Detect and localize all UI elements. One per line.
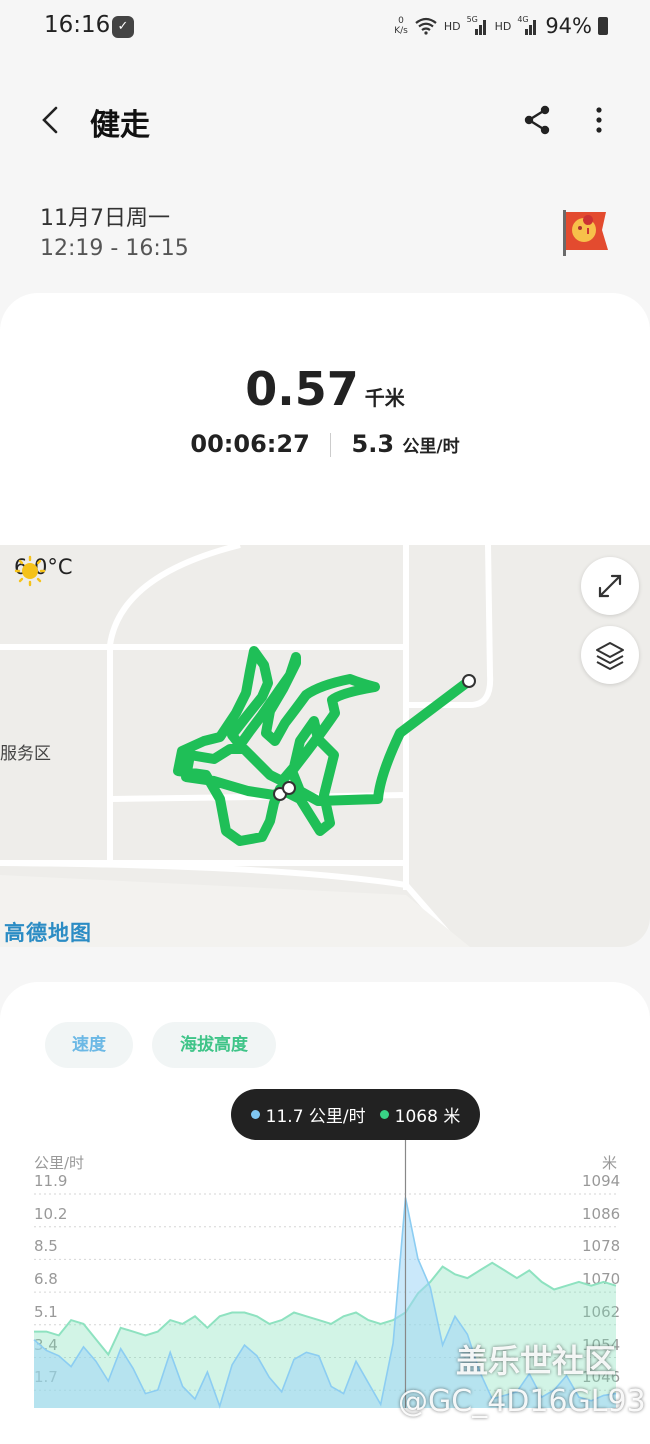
speed-legend-dot (250, 1110, 260, 1119)
battery-icon (598, 17, 608, 35)
sun-icon (14, 555, 46, 587)
map-canvas (0, 545, 494, 947)
distance-value: 0.57 (245, 362, 359, 416)
more-options-button[interactable] (584, 102, 614, 138)
watermark-community: 盖乐世社区 (456, 1342, 617, 1380)
share-button[interactable] (520, 102, 556, 138)
net-speed-value: 0 (398, 16, 404, 26)
altitude-legend-dot (379, 1110, 389, 1119)
distance: 0.57 千米 (0, 362, 650, 416)
wifi-icon (415, 17, 437, 35)
left-axis-title: 公里/时 (34, 1154, 85, 1172)
map-layers-button[interactable] (581, 626, 639, 684)
chevron-left-icon (42, 106, 58, 134)
signal-5g-icon: 5G (467, 15, 489, 35)
page-title: 健走 (90, 108, 150, 143)
avg-speed-unit: 公里/时 (402, 437, 460, 457)
route-map[interactable]: 6.0°C 服务区 高德地图 (0, 545, 650, 947)
flag-badge-icon (563, 210, 608, 256)
metrics-row: 00:06:27 5.3 公里/时 (0, 430, 650, 458)
app-notification-icon: ✓ (112, 16, 134, 38)
duration: 00:06:27 (190, 430, 310, 458)
summary-card (0, 293, 650, 553)
net-speed-unit: K/s (394, 26, 408, 36)
hd-badge-2: HD (494, 19, 512, 33)
back-button[interactable] (30, 100, 70, 140)
distance-unit: 千米 (364, 386, 405, 410)
status-indicators: 0 K/s HD 5G HD 4G 94% (394, 14, 608, 38)
map-provider-logo: 高德地图 (4, 921, 92, 945)
avg-speed-value: 5.3 (351, 430, 395, 458)
chart-tooltip: 11.7 公里/时 1068 米 (231, 1089, 480, 1140)
tooltip-altitude: 1068 米 (394, 1107, 461, 1127)
weather: 6.0°C (14, 555, 73, 587)
expand-map-button[interactable] (581, 557, 639, 615)
tooltip-speed: 11.7 公里/时 (265, 1107, 366, 1127)
metrics-divider (330, 433, 332, 457)
net-speed: 0 K/s (394, 16, 408, 36)
right-axis-title: 米 (602, 1154, 618, 1172)
tab-speed[interactable]: 速度 (45, 1022, 133, 1068)
session-time-range: 12:19 - 16:15 (40, 236, 189, 261)
expand-icon (598, 574, 622, 598)
signal-4g-icon: 4G (517, 15, 539, 35)
battery-percent: 94% (545, 14, 592, 38)
map-poi-label: 服务区 (0, 744, 51, 764)
hd-badge-1: HD (443, 19, 461, 33)
tab-altitude[interactable]: 海拔高度 (152, 1022, 276, 1068)
status-bar: 16:16 ✓ 0 K/s HD 5G HD 4G 94% (0, 0, 650, 56)
session-date: 11月7日周一 (40, 206, 170, 231)
more-vertical-icon (596, 107, 602, 133)
app-bar: 健走 (0, 80, 650, 160)
watermark-user: @GC_4D16GL93 (398, 1384, 646, 1419)
status-time: 16:16 (44, 12, 111, 38)
share-icon (524, 105, 550, 135)
layers-icon (596, 642, 624, 670)
